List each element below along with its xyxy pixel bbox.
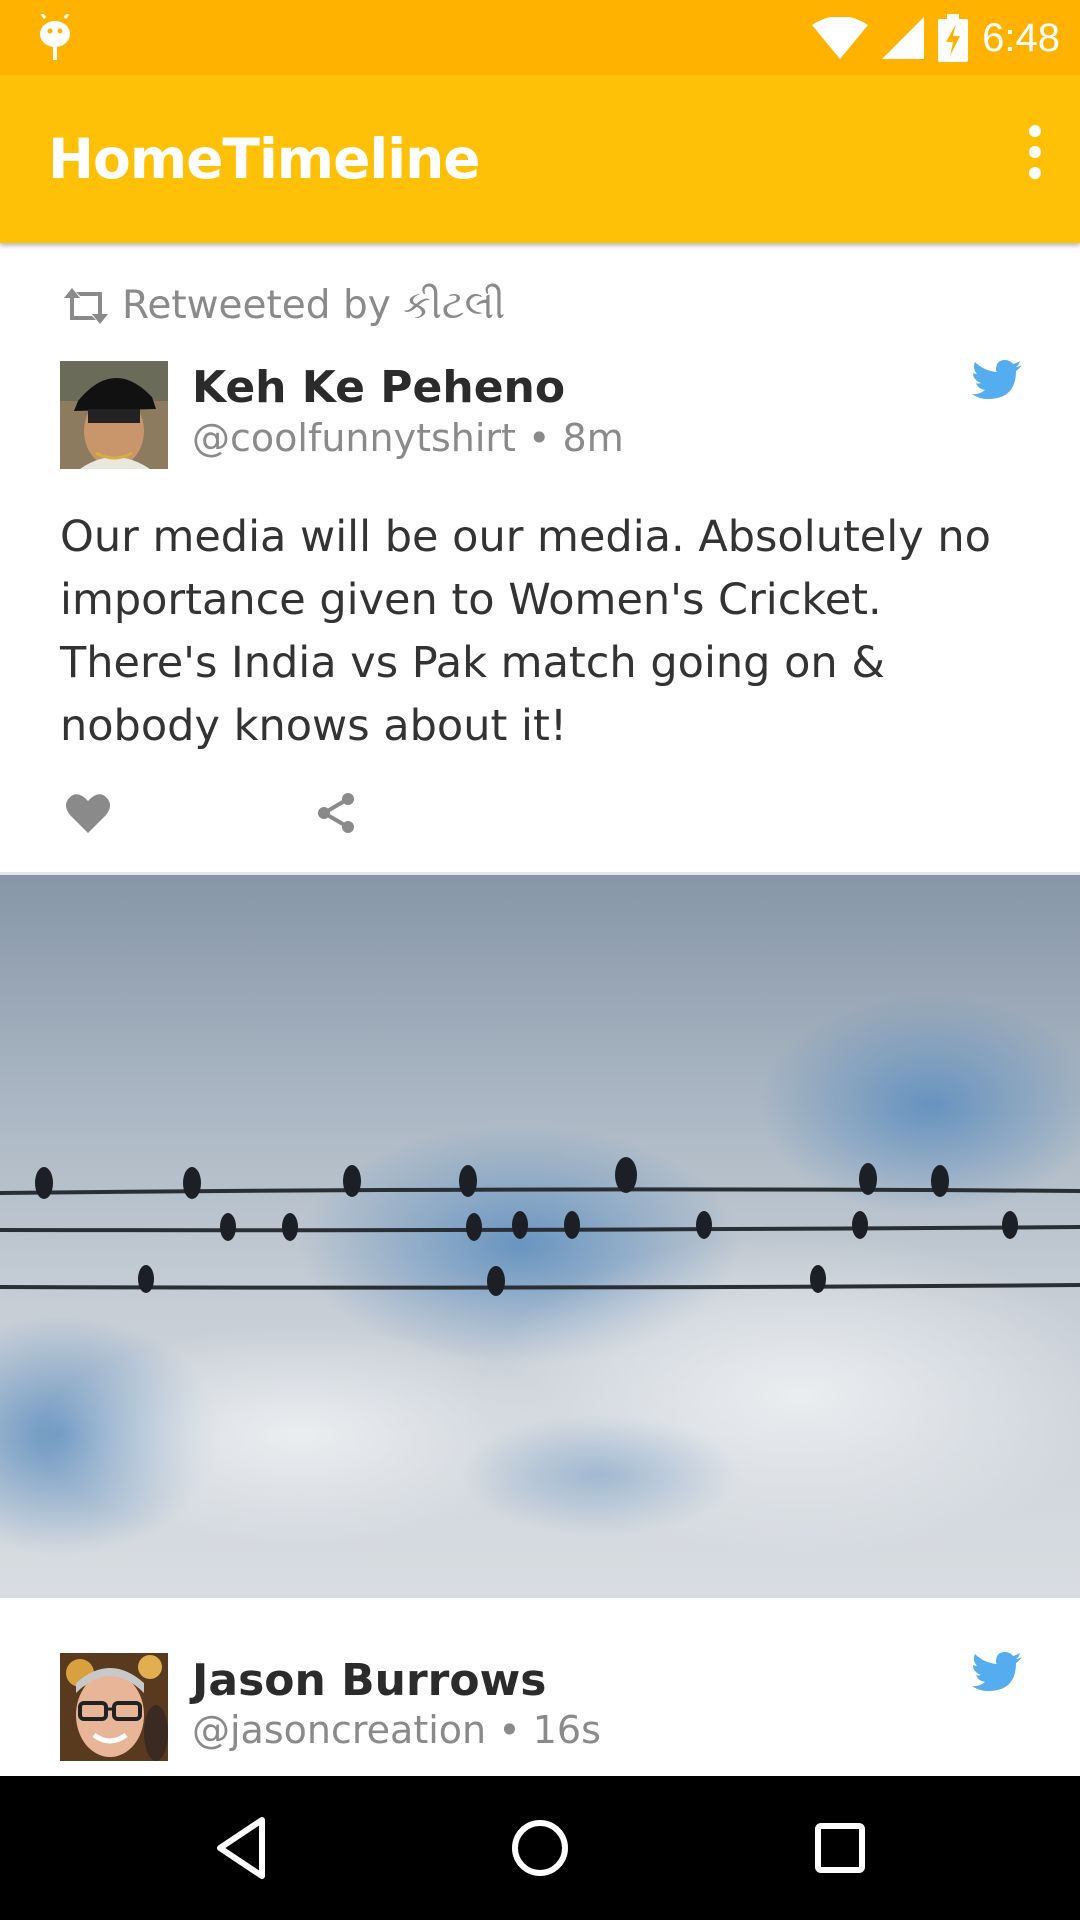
android-debug-icon: [40, 14, 70, 60]
tweet-text: Our media will be our media. Absolutely …: [60, 512, 991, 751]
battery-charging-icon: [938, 14, 969, 62]
tweet-time: 16s: [532, 1708, 601, 1752]
app-toolbar: HomeTimeline: [0, 75, 1080, 243]
retweeted-by-label: Retweeted by કીટલી: [122, 283, 506, 328]
tweet-media-image[interactable]: [0, 875, 1080, 1598]
home-icon[interactable]: [498, 1806, 582, 1890]
overflow-menu-button[interactable]: [1020, 125, 1050, 185]
navigation-bar: [0, 1776, 1080, 1920]
author-meta: @coolfunnytshirt • 8m: [192, 416, 624, 460]
author-name[interactable]: Jason Burrows: [192, 1655, 546, 1706]
share-icon[interactable]: [316, 792, 356, 834]
author-handle[interactable]: @coolfunnytshirt: [192, 416, 516, 460]
meta-separator: •: [528, 416, 563, 460]
like-heart-icon[interactable]: [66, 793, 110, 833]
wifi-icon: [812, 17, 869, 59]
avatar[interactable]: [60, 361, 168, 469]
more-vert-icon-dot: [1029, 167, 1041, 179]
author-name[interactable]: Keh Ke Peheno: [192, 362, 565, 413]
retweet-indicator: Retweeted by કીટલી: [60, 283, 505, 328]
status-time: 6:48: [982, 15, 1060, 60]
status-bar: 6:48: [0, 0, 1080, 75]
cellular-signal-icon: [882, 17, 925, 59]
author-meta: @jasoncreation • 16s: [192, 1708, 601, 1752]
tweet-time: 8m: [562, 416, 624, 460]
back-icon[interactable]: [198, 1806, 282, 1890]
more-vert-icon-dot: [1029, 146, 1041, 158]
author-handle[interactable]: @jasoncreation: [192, 1708, 486, 1752]
twitter-bird-icon: [972, 360, 1022, 399]
recent-apps-icon[interactable]: [798, 1806, 882, 1890]
avatar[interactable]: [60, 1653, 168, 1761]
more-vert-icon: [1029, 125, 1041, 137]
retweet-icon: [64, 287, 108, 324]
meta-separator: •: [498, 1708, 533, 1752]
page-title: HomeTimeline: [48, 127, 481, 191]
twitter-bird-icon: [972, 1652, 1022, 1691]
